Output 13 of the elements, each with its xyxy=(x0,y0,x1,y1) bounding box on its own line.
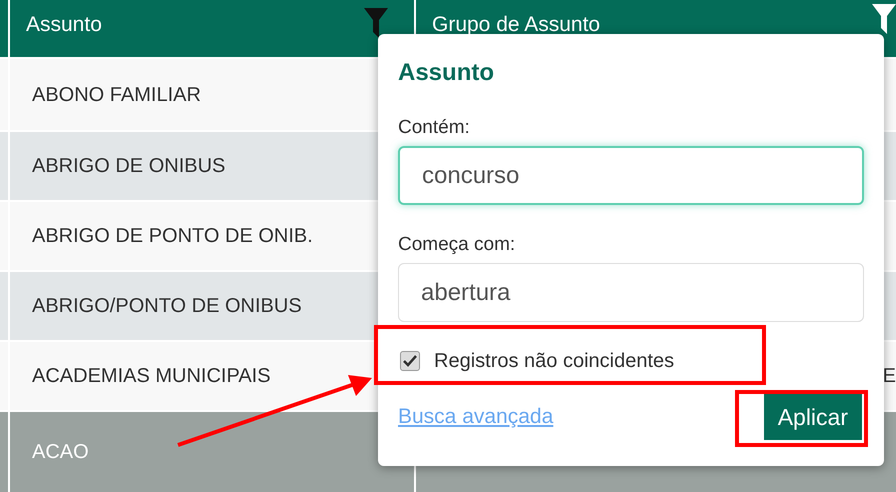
column-title: Grupo de Assunto xyxy=(432,12,600,38)
table-cell-text: ABRIGO/PONTO DE ONIBUS xyxy=(32,294,302,319)
popup-title: Assunto xyxy=(398,58,495,88)
field-label: Contém: xyxy=(398,116,471,140)
column-title: Assunto xyxy=(26,12,102,38)
table-cell-text: ABRIGO DE ONIBUS xyxy=(32,154,226,179)
table-cell-text: ACADEMIAS MUNICIPAIS xyxy=(32,364,271,389)
table-cell-text: ABRIGO DE PONTO DE ONIB. xyxy=(32,224,313,249)
table-cell-text: E xyxy=(882,364,896,389)
field-label: Começa com: xyxy=(398,233,516,257)
table-cell-text: ACAO xyxy=(32,440,89,465)
table-cell-text: ABONO FAMILIAR xyxy=(32,82,201,108)
checkbox-label: Registros não coincidentes xyxy=(434,349,674,374)
